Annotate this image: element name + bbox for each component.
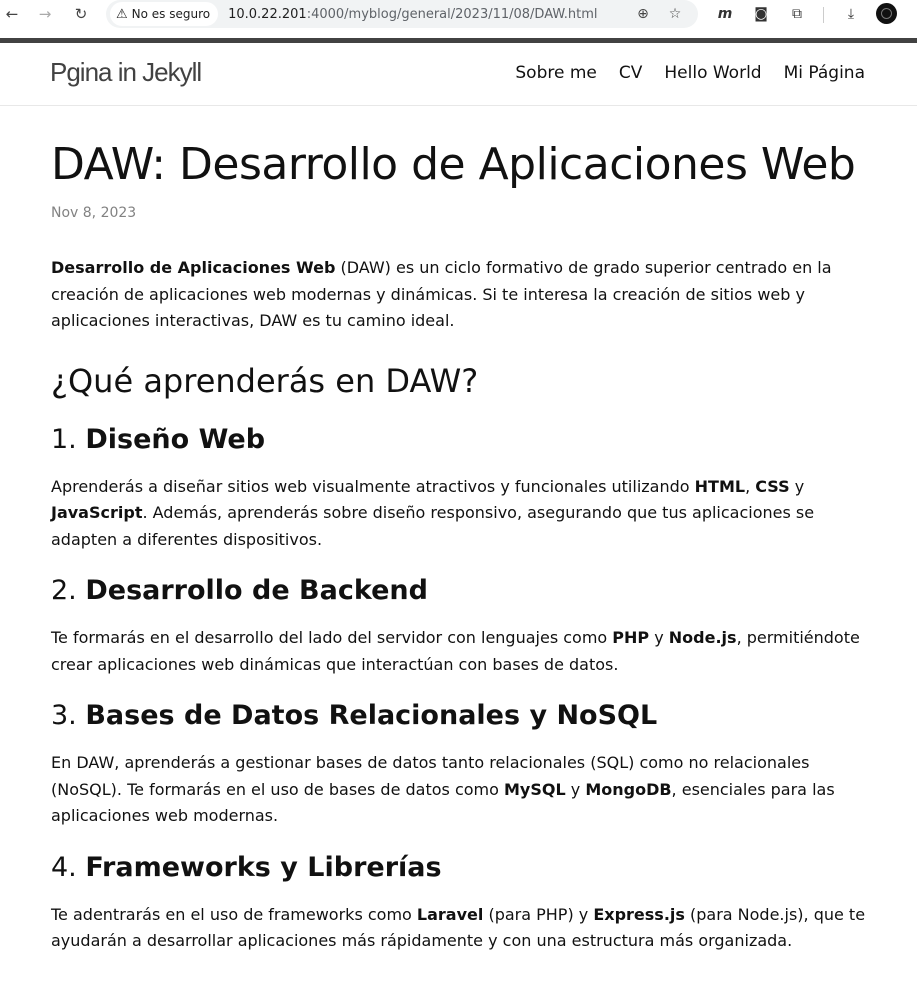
paragraph-text: (para PHP) y <box>483 904 594 924</box>
bold-term: PHP <box>612 628 650 647</box>
subsection-title: Diseño Web <box>85 423 266 455</box>
paragraph-text: y <box>649 628 669 647</box>
nav-link-cv[interactable]: CV <box>619 63 643 83</box>
zoom-icon[interactable]: ⊕ <box>632 3 654 25</box>
bold-term: Node.js <box>668 628 737 647</box>
subsection-number: 4. <box>51 851 86 883</box>
paragraph-text: y <box>565 779 586 799</box>
profile-avatar[interactable] <box>876 3 897 24</box>
subsection-paragraph: Te formarás en el desarrollo del lado de… <box>51 625 871 678</box>
bold-term: MongoDB <box>585 779 672 799</box>
subsection-title: Frameworks y Librerías <box>85 851 442 883</box>
download-icon[interactable]: ⤓ <box>840 3 862 25</box>
extension-m-label: m <box>717 6 733 22</box>
reload-button[interactable]: ↻ <box>69 2 93 26</box>
subsection-paragraph: Te adentrarás en el uso de frameworks co… <box>51 902 871 955</box>
subsection-paragraph: En DAW, aprenderás a gestionar bases de … <box>51 750 871 830</box>
forward-button[interactable]: → <box>33 2 57 26</box>
nav-link-sobre-me[interactable]: Sobre me <box>515 63 596 83</box>
security-indicator[interactable]: ⚠ No es seguro <box>110 2 219 26</box>
bookmark-star-icon[interactable]: ☆ <box>664 3 686 25</box>
paragraph-text: Te formarás en el desarrollo del lado de… <box>51 628 613 647</box>
subsection-heading: 3. Bases de Datos Relacionales y NoSQL <box>51 699 871 733</box>
back-button[interactable]: ← <box>0 2 24 26</box>
site-nav: Sobre me CV Hello World Mi Página <box>515 63 865 83</box>
post-title: DAW: Desarrollo de Aplicaciones Web <box>51 139 856 190</box>
bold-term: MySQL <box>504 779 566 799</box>
address-bar[interactable]: ⚠ No es seguro 10.0.22.201:4000/myblog/g… <box>106 0 698 28</box>
subsection-title: Bases de Datos Relacionales y NoSQL <box>85 700 658 731</box>
bold-term: Express.js <box>593 904 685 924</box>
nav-link-mi-pagina[interactable]: Mi Página <box>784 63 865 83</box>
bold-term: Laravel <box>416 904 484 924</box>
paragraph-text: Te adentrarás en el uso de frameworks co… <box>51 904 417 924</box>
intro-bold: Desarrollo de Aplicaciones Web <box>51 258 336 277</box>
section-heading: ¿Qué aprenderás en DAW? <box>51 361 479 400</box>
bold-term: CSS <box>755 476 790 496</box>
site-header: Pgina in Jekyll Sobre me CV Hello World … <box>0 43 917 106</box>
extension-camera-icon[interactable]: ◙ <box>750 3 772 25</box>
post-content: DAW: Desarrollo de Aplicaciones Web Nov … <box>51 105 871 955</box>
paragraph-text: , <box>745 476 756 496</box>
subsection-number: 3. <box>51 700 86 731</box>
arrow-right-icon: → <box>38 5 52 23</box>
extensions-puzzle-icon[interactable]: ⧉ <box>786 3 808 25</box>
reload-icon: ↻ <box>74 5 88 23</box>
arrow-left-icon: ← <box>5 5 19 23</box>
subsection-paragraph: Aprenderás a diseñar sitios web visualme… <box>51 474 871 554</box>
paragraph-text: Aprenderás a diseñar sitios web visualme… <box>51 476 695 496</box>
nav-link-hello-world[interactable]: Hello World <box>664 63 761 83</box>
subsection-heading: 2. Desarrollo de Backend <box>51 574 871 608</box>
site-title[interactable]: Pgina in Jekyll <box>50 57 202 88</box>
warning-icon: ⚠ <box>116 6 128 22</box>
subsection-number: 1. <box>51 423 86 455</box>
bold-term: HTML <box>694 476 746 496</box>
url-text[interactable]: 10.0.22.201:4000/myblog/general/2023/11/… <box>228 7 597 22</box>
post-date: Nov 8, 2023 <box>51 205 137 221</box>
url-path: :4000/myblog/general/2023/11/08/DAW.html <box>306 6 598 22</box>
extension-m-icon[interactable]: m <box>714 3 736 25</box>
browser-toolbar: ← → ↻ ⚠ No es seguro 10.0.22.201:4000/my… <box>0 0 917 29</box>
url-host: 10.0.22.201 <box>228 6 307 22</box>
toolbar-divider <box>823 7 824 23</box>
subsection-title: Desarrollo de Backend <box>85 575 428 606</box>
bold-term: JavaScript <box>51 503 143 522</box>
intro-paragraph: Desarrollo de Aplicaciones Web (DAW) es … <box>51 255 871 335</box>
paragraph-text: . Además, aprenderás sobre diseño respon… <box>51 503 815 549</box>
subsection-number: 2. <box>51 575 86 606</box>
paragraph-text: y <box>789 476 805 496</box>
subsection-heading: 4. Frameworks y Librerías <box>51 851 871 885</box>
subsection-heading: 1. Diseño Web <box>51 423 871 457</box>
sections-list: 1. Diseño Web Aprenderás a diseñar sitios… <box>51 423 871 955</box>
security-label: No es seguro <box>131 7 211 21</box>
